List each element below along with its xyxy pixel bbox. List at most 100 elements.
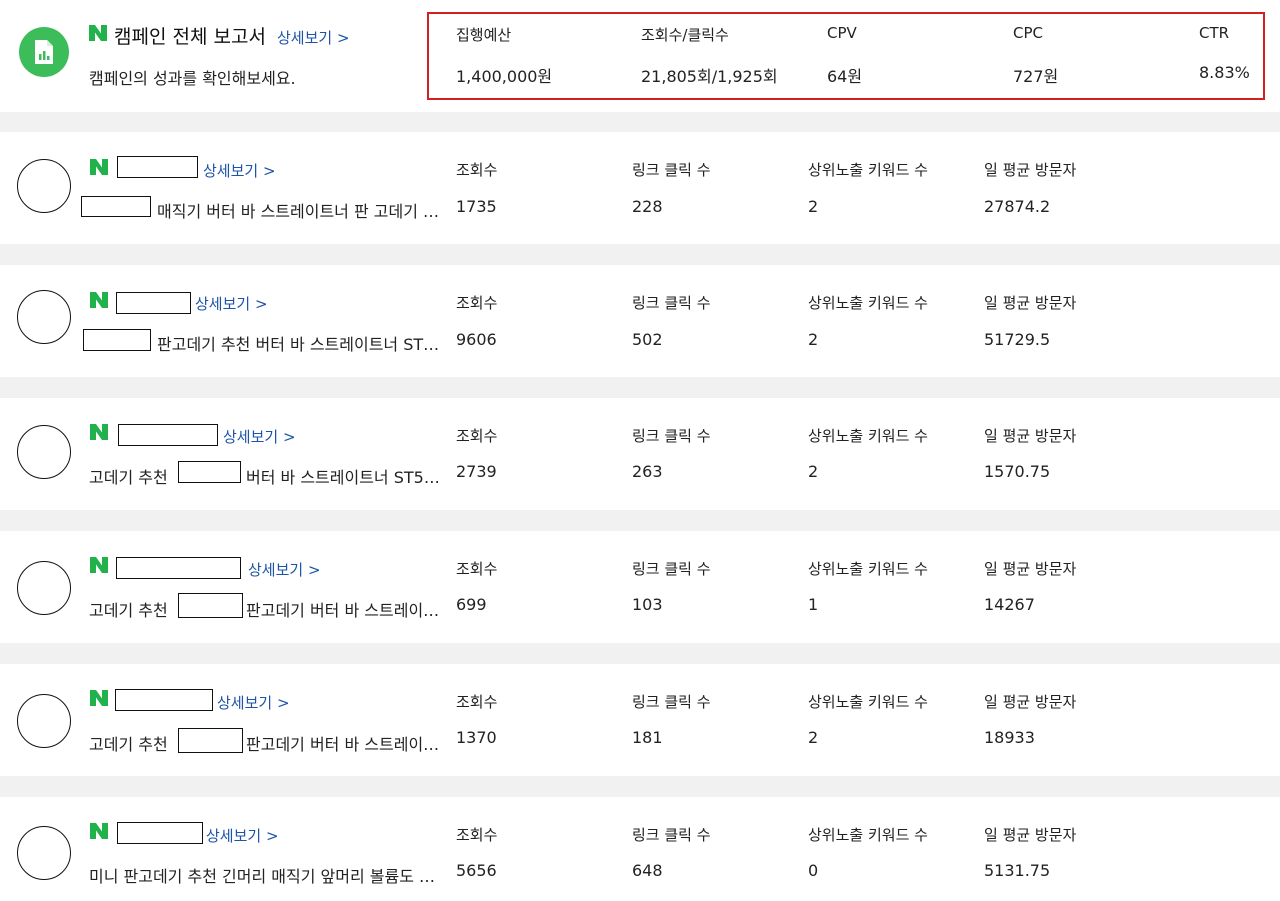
- views-label: 조회수: [456, 826, 498, 844]
- stat-cpv-value: 64원: [827, 67, 863, 86]
- redacted-name: [81, 196, 151, 217]
- campaign-card: 상세보기 > 미니 판고데기 추천 긴머리 매직기 앞머리 볼륨도 … 조회수 …: [0, 797, 1280, 901]
- visitors-label: 일 평균 방문자: [984, 161, 1077, 179]
- clicks-value: 228: [632, 197, 663, 216]
- naver-logo-icon: [89, 25, 107, 41]
- views-label: 조회수: [456, 427, 498, 445]
- visitors-label: 일 평균 방문자: [984, 560, 1077, 578]
- campaign-title: 미니 판고데기 추천 긴머리 매직기 앞머리 볼륨도 …: [89, 867, 436, 886]
- campaign-title: 버터 바 스트레이트너 ST5…: [246, 468, 440, 487]
- campaign-avatar: [17, 561, 71, 615]
- summary-detail-link[interactable]: 상세보기 >: [277, 27, 350, 48]
- stat-budget-value: 1,400,000원: [456, 67, 553, 86]
- campaign-avatar: [17, 826, 71, 880]
- clicks-label: 링크 클릭 수: [632, 826, 711, 844]
- stat-ctr-label: CTR: [1199, 24, 1230, 42]
- stat-views-clicks-label: 조회수/클릭수: [641, 26, 729, 44]
- naver-logo-icon: [90, 424, 108, 440]
- keywords-label: 상위노출 키워드 수: [808, 826, 928, 844]
- keywords-value: 0: [808, 861, 819, 880]
- visitors-value: 14267: [984, 595, 1035, 614]
- keywords-label: 상위노출 키워드 수: [808, 560, 928, 578]
- redacted-name: [116, 557, 241, 579]
- campaign-avatar: [17, 425, 71, 479]
- clicks-value: 648: [632, 861, 663, 880]
- detail-link[interactable]: 상세보기 >: [195, 293, 268, 314]
- redacted-name: [116, 292, 191, 314]
- views-label: 조회수: [456, 560, 498, 578]
- naver-logo-icon: [90, 557, 108, 573]
- keywords-value: 2: [808, 462, 819, 481]
- detail-link[interactable]: 상세보기 >: [206, 825, 279, 846]
- keywords-value: 2: [808, 197, 819, 216]
- views-value: 1735: [456, 197, 497, 216]
- visitors-label: 일 평균 방문자: [984, 693, 1077, 711]
- redacted-name: [117, 156, 198, 178]
- views-value: 9606: [456, 330, 497, 349]
- campaign-avatar: [17, 159, 71, 213]
- views-label: 조회수: [456, 693, 498, 711]
- clicks-label: 링크 클릭 수: [632, 294, 711, 312]
- stat-cpc-value: 727원: [1013, 67, 1059, 86]
- report-title: 캠페인 전체 보고서: [114, 26, 266, 48]
- redacted-name: [117, 822, 203, 844]
- campaign-card: 상세보기 > 매직기 버터 바 스트레이트너 판 고데기 … 조회수 1735 …: [0, 132, 1280, 244]
- views-value: 5656: [456, 861, 497, 880]
- redacted-name: [178, 593, 243, 618]
- summary-stats-box: 집행예산 1,400,000원 조회수/클릭수 21,805회/1,925회 C…: [427, 12, 1265, 100]
- clicks-value: 181: [632, 728, 663, 747]
- visitors-value: 18933: [984, 728, 1035, 747]
- stat-cpv-label: CPV: [827, 24, 857, 42]
- campaign-title-prefix: 고데기 추천: [89, 735, 168, 754]
- detail-link[interactable]: 상세보기 >: [223, 426, 296, 447]
- naver-logo-icon: [90, 292, 108, 308]
- detail-link[interactable]: 상세보기 >: [248, 559, 321, 580]
- campaign-card: 상세보기 > 고데기 추천 버터 바 스트레이트너 ST5… 조회수 2739 …: [0, 398, 1280, 510]
- report-subtitle: 캠페인의 성과를 확인해보세요.: [89, 69, 296, 88]
- visitors-label: 일 평균 방문자: [984, 294, 1077, 312]
- redacted-name: [83, 329, 151, 351]
- campaign-title: 판고데기 버터 바 스트레이…: [246, 601, 440, 620]
- clicks-value: 263: [632, 462, 663, 481]
- keywords-label: 상위노출 키워드 수: [808, 294, 928, 312]
- visitors-label: 일 평균 방문자: [984, 826, 1077, 844]
- views-value: 1370: [456, 728, 497, 747]
- campaign-title: 판고데기 버터 바 스트레이…: [246, 735, 440, 754]
- stat-views-clicks-value: 21,805회/1,925회: [641, 67, 778, 86]
- campaign-card: 상세보기 > 고데기 추천 판고데기 버터 바 스트레이… 조회수 699 링크…: [0, 531, 1280, 643]
- views-label: 조회수: [456, 161, 498, 179]
- report-document-icon: [19, 27, 69, 77]
- campaign-summary-card: 캠페인 전체 보고서 상세보기 > 캠페인의 성과를 확인해보세요. 집행예산 …: [0, 0, 1280, 112]
- campaign-title-prefix: 고데기 추천: [89, 468, 168, 487]
- redacted-name: [118, 424, 218, 446]
- clicks-value: 502: [632, 330, 663, 349]
- views-label: 조회수: [456, 294, 498, 312]
- detail-link[interactable]: 상세보기 >: [217, 692, 290, 713]
- keywords-label: 상위노출 키워드 수: [808, 693, 928, 711]
- keywords-value: 2: [808, 330, 819, 349]
- campaign-title: 판고데기 추천 버터 바 스트레이트너 ST…: [157, 335, 440, 354]
- clicks-value: 103: [632, 595, 663, 614]
- stat-cpc-label: CPC: [1013, 24, 1043, 42]
- visitors-value: 5131.75: [984, 861, 1051, 880]
- redacted-name: [178, 728, 243, 753]
- visitors-label: 일 평균 방문자: [984, 427, 1077, 445]
- naver-logo-icon: [90, 823, 108, 839]
- keywords-label: 상위노출 키워드 수: [808, 427, 928, 445]
- detail-link[interactable]: 상세보기 >: [203, 160, 276, 181]
- visitors-value: 1570.75: [984, 462, 1051, 481]
- campaign-title: 매직기 버터 바 스트레이트너 판 고데기 …: [157, 202, 440, 221]
- clicks-label: 링크 클릭 수: [632, 560, 711, 578]
- campaign-title-prefix: 고데기 추천: [89, 601, 168, 620]
- keywords-value: 2: [808, 728, 819, 747]
- views-value: 2739: [456, 462, 497, 481]
- naver-logo-icon: [90, 159, 108, 175]
- naver-logo-icon: [90, 690, 108, 706]
- keywords-label: 상위노출 키워드 수: [808, 161, 928, 179]
- campaign-card: 상세보기 > 판고데기 추천 버터 바 스트레이트너 ST… 조회수 9606 …: [0, 265, 1280, 377]
- clicks-label: 링크 클릭 수: [632, 427, 711, 445]
- campaign-avatar: [17, 694, 71, 748]
- campaign-avatar: [17, 290, 71, 344]
- stat-budget-label: 집행예산: [456, 26, 512, 44]
- clicks-label: 링크 클릭 수: [632, 161, 711, 179]
